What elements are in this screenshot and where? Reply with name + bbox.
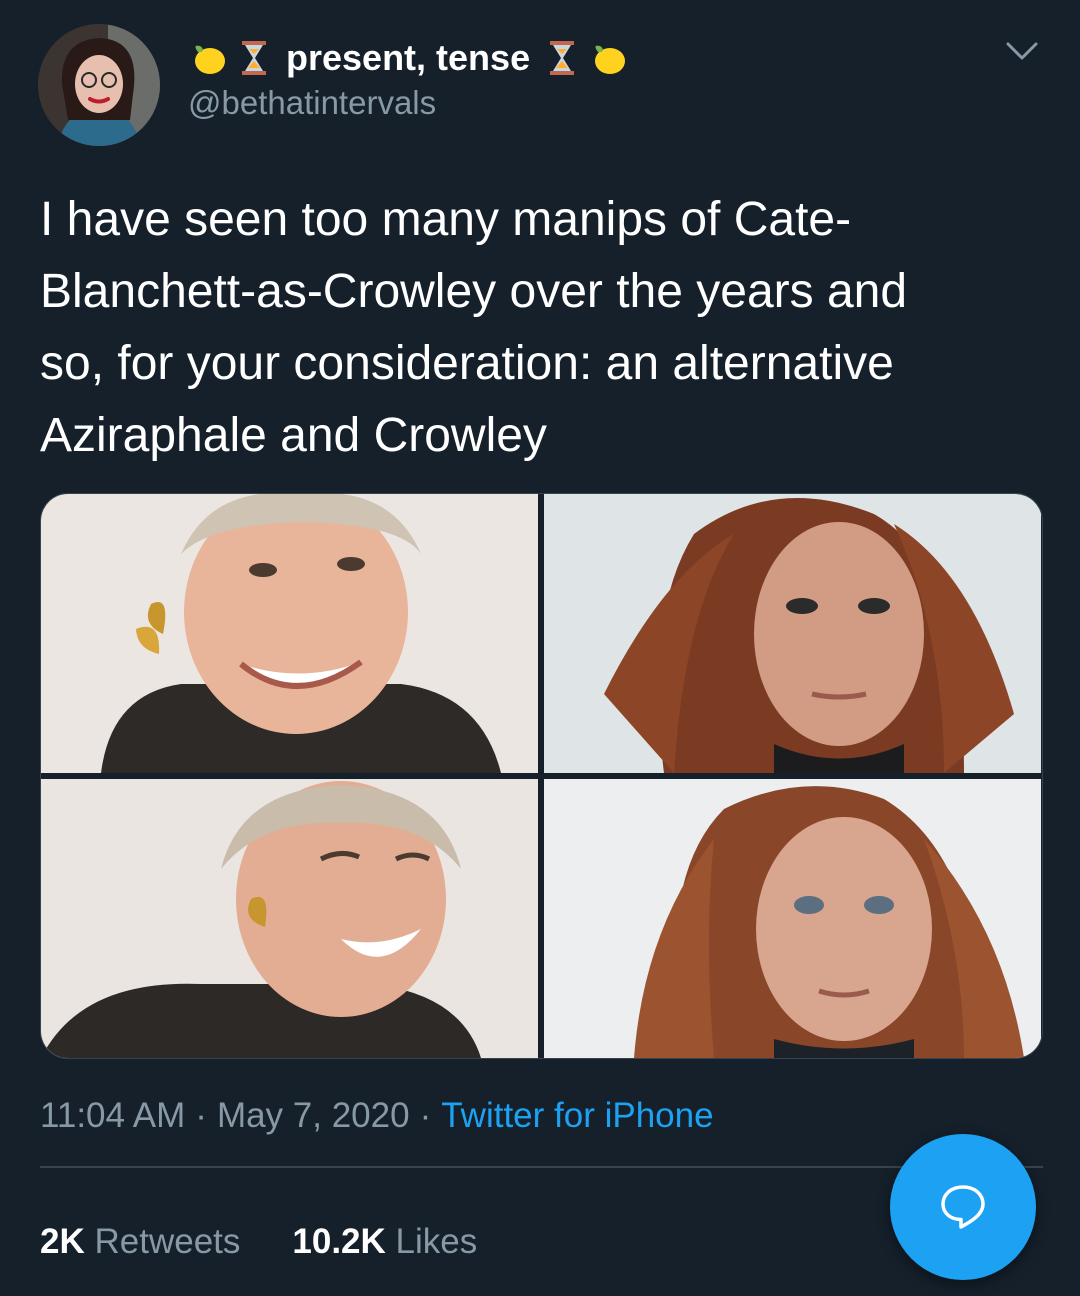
tweet-text-line: Blanchett-as-Crowley over the years and	[40, 265, 908, 318]
retweets-stat[interactable]: 2K Retweets	[40, 1222, 240, 1262]
author-name-row[interactable]: present, tense	[188, 34, 628, 82]
tweet-text-line: so, for your consideration: an alternati…	[40, 337, 894, 390]
author-display-name[interactable]: present, tense	[286, 37, 530, 79]
separator: ·	[195, 1096, 207, 1135]
retweets-count: 2K	[40, 1222, 85, 1261]
likes-count: 10.2K	[292, 1222, 386, 1261]
tweet-text-line: Aziraphale and Crowley	[40, 409, 547, 462]
tweet-photo-3[interactable]	[41, 779, 538, 1058]
lemon-icon	[588, 38, 628, 78]
tweet-source-link[interactable]: Twitter for iPhone	[441, 1096, 713, 1135]
tweet-time: 11:04 AM	[40, 1096, 186, 1135]
tweet-photo-2[interactable]	[544, 494, 1041, 773]
avatar[interactable]	[38, 24, 160, 146]
likes-label: Likes	[395, 1222, 478, 1261]
hourglass-icon	[542, 38, 582, 78]
chevron-down-icon[interactable]	[1004, 36, 1040, 64]
divider	[40, 1166, 1043, 1168]
lemon-icon	[188, 38, 228, 78]
separator: ·	[419, 1096, 432, 1135]
hourglass-icon	[234, 38, 274, 78]
tweet-meta: 11:04 AM · May 7, 2020 · Twitter for iPhone	[40, 1096, 714, 1136]
tweet-photo-1[interactable]	[41, 494, 538, 773]
tweet-photo-4[interactable]	[544, 779, 1041, 1058]
reply-button[interactable]	[890, 1134, 1036, 1280]
tweet-text-line: I have seen too many manips of Cate-	[40, 193, 852, 246]
tweet-stats: 2K Retweets 10.2K Likes	[40, 1222, 477, 1262]
retweets-label: Retweets	[94, 1222, 241, 1261]
tweet-detail-screen: present, tense @bethatintervals I have s…	[0, 0, 1080, 1296]
likes-stat[interactable]: 10.2K Likes	[292, 1222, 477, 1262]
tweet-text: I have seen too many manips of Cate- Bla…	[40, 184, 1040, 472]
media-grid	[40, 493, 1043, 1059]
author-handle[interactable]: @bethatintervals	[188, 84, 436, 122]
tweet-date: May 7, 2020	[216, 1096, 410, 1135]
reply-bubble-icon	[941, 1185, 985, 1229]
